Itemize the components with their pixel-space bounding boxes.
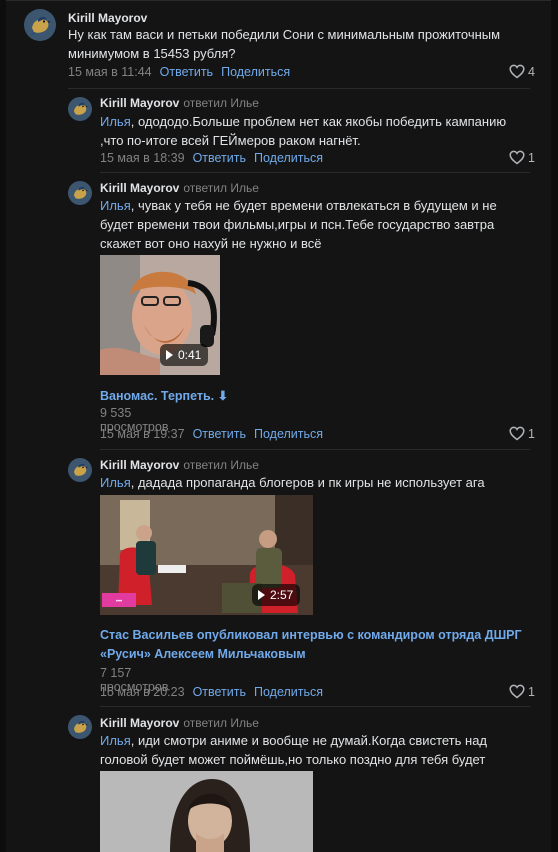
author-name[interactable]: Kirill Mayorov xyxy=(100,458,179,472)
like-button[interactable]: 1 xyxy=(509,684,535,699)
play-icon xyxy=(166,350,173,360)
share-button[interactable]: Поделиться xyxy=(221,65,290,79)
avatar[interactable] xyxy=(68,458,92,482)
comment-date[interactable]: 15 мая в 19:37 xyxy=(100,427,185,441)
author-name[interactable]: Kirill Mayorov xyxy=(100,716,179,730)
mention-link[interactable]: Илья xyxy=(100,733,131,748)
bird-avatar-icon xyxy=(24,9,56,41)
comment-author[interactable]: Kirill Mayorov xyxy=(68,11,147,25)
video-thumbnail[interactable]: ••• 2:57 xyxy=(100,495,313,615)
comment-text-body: , одододо.Больше проблем нет как якобы п… xyxy=(100,114,507,148)
reply-to-label[interactable]: ответил Илье xyxy=(183,96,259,110)
divider xyxy=(100,172,530,173)
reply-button[interactable]: Ответить xyxy=(160,65,213,79)
comment-text-body: , дадада пропаганда блогеров и пк игры н… xyxy=(130,475,485,490)
heart-icon xyxy=(509,64,525,79)
comment-author: Kirill Mayorov ответил Илье xyxy=(100,458,259,472)
comment-author: Kirill Mayorov ответил Илье xyxy=(100,181,259,195)
like-count: 1 xyxy=(528,685,535,699)
comment-author: Kirill Mayorov ответил Илье xyxy=(100,96,259,110)
window-frame-left xyxy=(0,0,6,852)
svg-text:•••: ••• xyxy=(116,599,122,605)
comment-text: Илья, дадада пропаганда блогеров и пк иг… xyxy=(100,473,532,492)
video-duration: 2:57 xyxy=(252,584,301,606)
reply-to-label[interactable]: ответил Илье xyxy=(183,458,259,472)
like-button[interactable]: 1 xyxy=(509,426,535,441)
heart-icon xyxy=(509,684,525,699)
comment-date[interactable]: 15 мая в 20:23 xyxy=(100,685,185,699)
divider xyxy=(68,88,530,89)
author-name[interactable]: Kirill Mayorov xyxy=(68,11,147,25)
video-thumbnail[interactable]: 0:41 xyxy=(100,255,220,375)
avatar[interactable] xyxy=(24,9,56,41)
bird-avatar-icon xyxy=(68,181,92,205)
avatar[interactable] xyxy=(68,715,92,739)
share-button[interactable]: Поделиться xyxy=(254,685,323,699)
bird-avatar-icon xyxy=(68,458,92,482)
window-frame-top xyxy=(6,0,551,1)
divider xyxy=(100,706,530,707)
reply-to-label[interactable]: ответил Илье xyxy=(183,181,259,195)
comment-text: Илья, одододо.Больше проблем нет как яко… xyxy=(100,112,530,150)
like-count: 1 xyxy=(528,151,535,165)
comment-text: Илья, чувак у тебя не будет времени отвл… xyxy=(100,196,532,253)
mention-link[interactable]: Илья xyxy=(100,198,131,213)
comment-text: Ну как там васи и петьки победили Сони с… xyxy=(68,25,528,63)
window-frame-right xyxy=(551,0,558,852)
mention-link[interactable]: Илья xyxy=(100,114,131,129)
video-thumbnail[interactable] xyxy=(100,771,313,852)
share-button[interactable]: Поделиться xyxy=(254,151,323,165)
comment-text-body: Ну как там васи и петьки победили Сони с… xyxy=(68,27,501,61)
video-preview-image xyxy=(100,771,313,852)
reply-button[interactable]: Ответить xyxy=(193,151,246,165)
comment-text-body: , чувак у тебя не будет времени отвлекат… xyxy=(100,198,497,251)
video-title[interactable]: Стас Васильев опубликовал интервью с ком… xyxy=(100,626,530,664)
heart-icon xyxy=(509,150,525,165)
heart-icon xyxy=(509,426,525,441)
author-name[interactable]: Kirill Mayorov xyxy=(100,181,179,195)
reply-button[interactable]: Ответить xyxy=(193,427,246,441)
like-count: 1 xyxy=(528,427,535,441)
video-duration: 0:41 xyxy=(160,344,209,366)
author-name[interactable]: Kirill Mayorov xyxy=(100,96,179,110)
bird-avatar-icon xyxy=(68,97,92,121)
like-button[interactable]: 1 xyxy=(509,150,535,165)
comment-text-body: , иди смотри аниме и вообще не думай.Ког… xyxy=(100,733,488,767)
avatar[interactable] xyxy=(68,181,92,205)
comment-text: Илья, иди смотри аниме и вообще не думай… xyxy=(100,731,532,769)
video-title[interactable]: Ваномас. Терпеть. ⬇ xyxy=(100,387,530,406)
comment-date[interactable]: 15 мая в 11:44 xyxy=(68,65,152,79)
comment-meta: 15 мая в 19:37 Ответить Поделиться xyxy=(100,427,323,441)
avatar[interactable] xyxy=(68,97,92,121)
comment-author: Kirill Mayorov ответил Илье xyxy=(100,716,259,730)
divider xyxy=(100,449,530,450)
comment-meta: 15 мая в 11:44 Ответить Поделиться xyxy=(68,65,290,79)
comment-meta: 15 мая в 18:39 Ответить Поделиться xyxy=(100,151,323,165)
like-button[interactable]: 4 xyxy=(509,64,535,79)
comment-date[interactable]: 15 мая в 18:39 xyxy=(100,151,185,165)
reply-to-label[interactable]: ответил Илье xyxy=(183,716,259,730)
comment-meta: 15 мая в 20:23 Ответить Поделиться xyxy=(100,685,323,699)
bird-avatar-icon xyxy=(68,715,92,739)
like-count: 4 xyxy=(528,65,535,79)
share-button[interactable]: Поделиться xyxy=(254,427,323,441)
play-icon xyxy=(258,590,265,600)
reply-button[interactable]: Ответить xyxy=(193,685,246,699)
mention-link[interactable]: Илья xyxy=(100,475,131,490)
